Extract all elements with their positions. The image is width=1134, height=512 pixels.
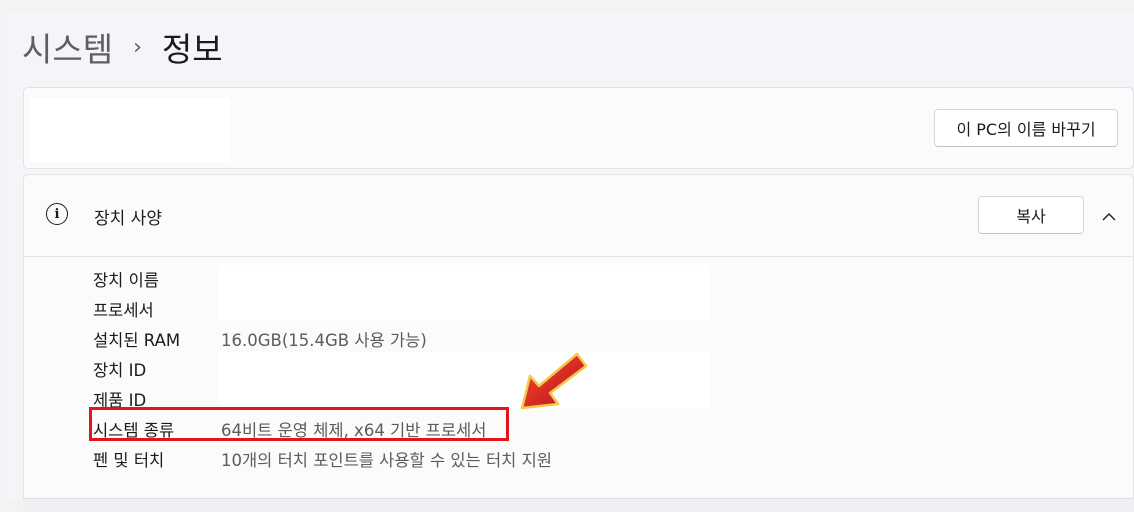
spec-label: 장치 ID	[93, 361, 147, 380]
device-specs-header[interactable]: i 장치 사양 복사	[24, 175, 1133, 257]
spec-value: 16.0GB(15.4GB 사용 가능)	[221, 331, 427, 350]
redacted-device-processor	[219, 265, 709, 321]
spec-label: 펜 및 터치	[93, 451, 165, 470]
copy-button[interactable]: 복사	[978, 196, 1084, 234]
device-name-card: 이 PC의 이름 바꾸기	[23, 87, 1134, 169]
rename-pc-button[interactable]: 이 PC의 이름 바꾸기	[934, 109, 1118, 147]
highlight-box	[89, 407, 509, 441]
chevron-up-icon[interactable]	[1094, 201, 1124, 231]
info-icon: i	[46, 203, 68, 225]
breadcrumb-separator: ›	[133, 34, 142, 60]
next-card-edge	[23, 498, 1134, 512]
spec-label: 프로세서	[93, 301, 154, 320]
page-title: 정보	[161, 30, 223, 69]
spec-row-pen-touch: 펜 및 터치 10개의 터치 포인트를 사용할 수 있는 터치 지원	[93, 447, 793, 477]
device-name-redacted	[30, 98, 230, 162]
breadcrumb-system[interactable]: 시스템	[22, 23, 113, 71]
spec-value: 10개의 터치 포인트를 사용할 수 있는 터치 지원	[221, 451, 552, 470]
device-specs-title: 장치 사양	[94, 209, 162, 229]
redacted-device-product-id	[219, 352, 709, 408]
red-arrow-icon	[520, 352, 588, 410]
breadcrumb: 시스템 › 정보	[22, 22, 223, 72]
spec-label: 장치 이름	[93, 271, 159, 290]
spec-label: 설치된 RAM	[93, 331, 181, 350]
